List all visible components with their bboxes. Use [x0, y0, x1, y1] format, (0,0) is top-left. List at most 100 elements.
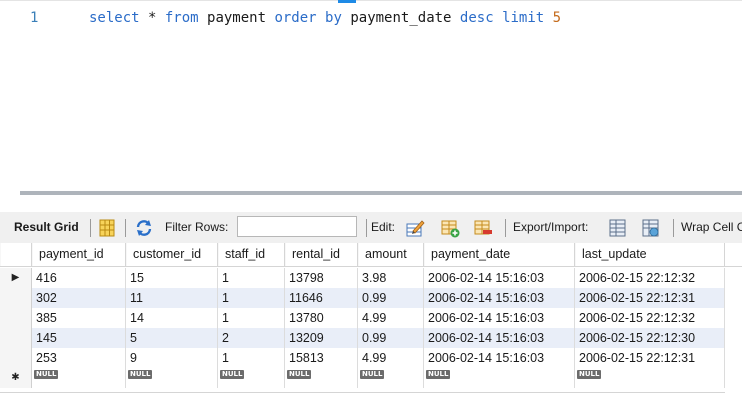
row-selector[interactable]: ▶ — [0, 268, 32, 288]
grid-header-corner — [0, 243, 32, 266]
cell-rental-id[interactable]: 13209 — [285, 328, 358, 348]
cell-payment-date[interactable]: 2006-02-14 15:16:03 — [424, 328, 575, 348]
splitter-gap — [0, 195, 742, 212]
column-header-last-update[interactable]: last_update — [575, 243, 725, 266]
cell-amount[interactable]: 0.99 — [358, 328, 424, 348]
null-badge: NULL — [128, 370, 153, 379]
column-header-rental-id[interactable]: rental_id — [285, 243, 358, 266]
toolbar-separator — [366, 219, 367, 237]
row-selector[interactable] — [0, 348, 32, 368]
toolbar-separator — [125, 219, 126, 237]
row-selector[interactable] — [0, 308, 32, 328]
column-header-payment-date[interactable]: payment_date — [424, 243, 575, 266]
cell-payment-date[interactable]: 2006-02-14 15:16:03 — [424, 288, 575, 308]
edit-row-icon[interactable] — [405, 218, 425, 238]
new-row-cell[interactable]: NULL — [285, 368, 358, 388]
add-row-icon[interactable] — [440, 218, 460, 238]
null-badge: NULL — [287, 370, 312, 379]
cell-rental-id[interactable]: 13780 — [285, 308, 358, 328]
cell-customer-id[interactable]: 9 — [126, 348, 218, 368]
sql-token-kw: select — [89, 10, 140, 26]
grid-bottom-border — [0, 392, 725, 393]
sql-token-plain: * — [139, 10, 165, 26]
cell-customer-id[interactable]: 15 — [126, 268, 218, 288]
column-header-payment-id[interactable]: payment_id — [32, 243, 126, 266]
filter-rows-label: Filter Rows: — [165, 220, 229, 234]
editor-top-border — [0, 0, 742, 1]
sql-token-plain — [317, 10, 325, 26]
null-badge: NULL — [577, 370, 602, 379]
cell-payment-date[interactable]: 2006-02-14 15:16:03 — [424, 348, 575, 368]
wrap-cell-content-label[interactable]: Wrap Cell C — [681, 212, 742, 243]
grid-layout-icon[interactable] — [97, 218, 117, 238]
cell-amount[interactable]: 3.98 — [358, 268, 424, 288]
cell-last-update[interactable]: 2006-02-15 22:12:31 — [575, 288, 725, 308]
workbench-query-panel: 1 select * from payment order by payment… — [0, 0, 742, 404]
sql-token-plain: payment_date — [341, 10, 460, 26]
null-badge: NULL — [426, 370, 451, 379]
cell-last-update[interactable]: 2006-02-15 22:12:32 — [575, 308, 725, 328]
cell-customer-id[interactable]: 5 — [126, 328, 218, 348]
line-number: 1 — [30, 10, 39, 26]
cell-staff-id[interactable]: 1 — [218, 288, 285, 308]
refresh-icon[interactable] — [134, 218, 154, 238]
cell-payment-date[interactable]: 2006-02-14 15:16:03 — [424, 308, 575, 328]
new-row-cell[interactable]: NULL — [358, 368, 424, 388]
cell-payment-id[interactable]: 302 — [32, 288, 126, 308]
sql-token-kw: limit — [502, 10, 545, 26]
sql-editor[interactable]: 1 select * from payment order by payment… — [0, 0, 742, 190]
cell-amount[interactable]: 0.99 — [358, 288, 424, 308]
cell-payment-id[interactable]: 416 — [32, 268, 126, 288]
cell-staff-id[interactable]: 1 — [218, 348, 285, 368]
sql-token-num: 5 — [552, 10, 562, 26]
result-grid[interactable]: payment_id customer_id staff_id rental_id am… — [0, 243, 742, 404]
cell-staff-id[interactable]: 2 — [218, 328, 285, 348]
toolbar-separator — [673, 219, 674, 237]
cell-payment-id[interactable]: 253 — [32, 348, 126, 368]
new-row-marker[interactable]: ✱ — [0, 368, 32, 388]
editor-tab-marker — [338, 0, 356, 3]
toolbar-separator — [505, 219, 506, 237]
cell-last-update[interactable]: 2006-02-15 22:12:30 — [575, 328, 725, 348]
sql-token-plain — [544, 10, 552, 26]
column-header-staff-id[interactable]: staff_id — [218, 243, 285, 266]
edit-label: Edit: — [371, 220, 396, 234]
new-row-cell[interactable]: NULL — [126, 368, 218, 388]
null-badge: NULL — [34, 370, 59, 379]
import-icon[interactable] — [641, 218, 661, 238]
cell-customer-id[interactable]: 11 — [126, 288, 218, 308]
cell-rental-id[interactable]: 15813 — [285, 348, 358, 368]
cell-payment-date[interactable]: 2006-02-14 15:16:03 — [424, 268, 575, 288]
delete-row-icon[interactable] — [473, 218, 493, 238]
cell-payment-id[interactable]: 145 — [32, 328, 126, 348]
cell-payment-id[interactable]: 385 — [32, 308, 126, 328]
cell-rental-id[interactable]: 13798 — [285, 268, 358, 288]
sql-token-kw: from — [164, 10, 199, 26]
column-header-customer-id[interactable]: customer_id — [126, 243, 218, 266]
sql-token-plain: payment — [198, 10, 275, 26]
cell-rental-id[interactable]: 11646 — [285, 288, 358, 308]
export-icon[interactable] — [608, 218, 628, 238]
column-header-amount[interactable]: amount — [358, 243, 424, 266]
toolbar-separator — [90, 219, 91, 237]
cell-staff-id[interactable]: 1 — [218, 308, 285, 328]
cell-amount[interactable]: 4.99 — [358, 308, 424, 328]
filter-rows-input[interactable] — [237, 216, 357, 237]
cell-staff-id[interactable]: 1 — [218, 268, 285, 288]
new-row-cell[interactable]: NULL — [218, 368, 285, 388]
editor-line-1[interactable]: 1 select * from payment order by payment… — [0, 8, 742, 28]
new-row-cell[interactable]: NULL — [575, 368, 725, 388]
result-grid-tab[interactable]: Result Grid — [14, 212, 79, 243]
cell-last-update[interactable]: 2006-02-15 22:12:32 — [575, 268, 725, 288]
sql-token-kw: desc — [459, 10, 494, 26]
new-row-cell[interactable]: NULL — [32, 368, 126, 388]
cell-amount[interactable]: 4.99 — [358, 348, 424, 368]
export-import-label: Export/Import: — [513, 220, 589, 234]
row-selector[interactable] — [0, 288, 32, 308]
cell-last-update[interactable]: 2006-02-15 22:12:31 — [575, 348, 725, 368]
cell-customer-id[interactable]: 14 — [126, 308, 218, 328]
row-selector[interactable] — [0, 328, 32, 348]
new-row-cell[interactable]: NULL — [424, 368, 575, 388]
grid-header: payment_id customer_id staff_id rental_id am… — [0, 243, 742, 267]
sql-statement[interactable]: select * from payment order by payment_d… — [89, 8, 561, 28]
